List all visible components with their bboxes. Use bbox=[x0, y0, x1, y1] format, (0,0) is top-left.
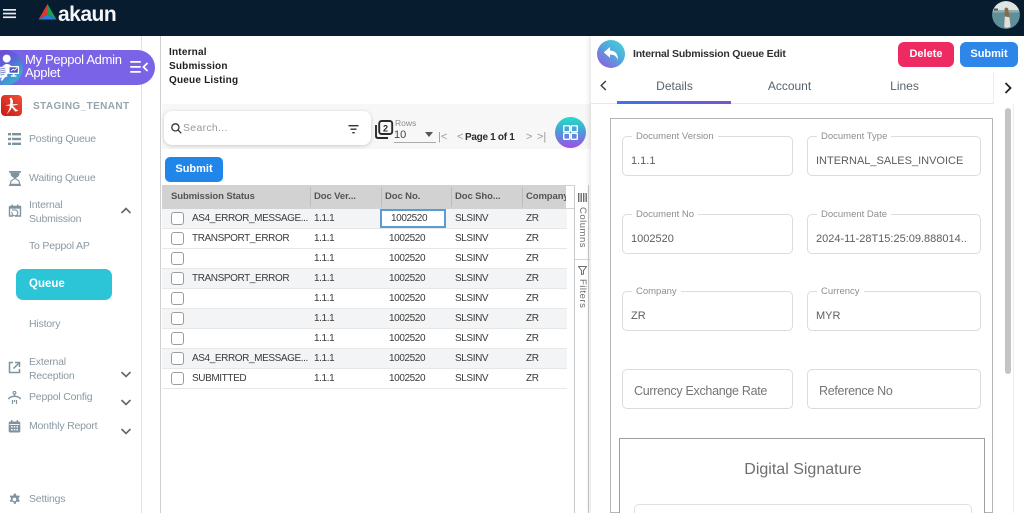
svg-text:2: 2 bbox=[383, 124, 388, 134]
